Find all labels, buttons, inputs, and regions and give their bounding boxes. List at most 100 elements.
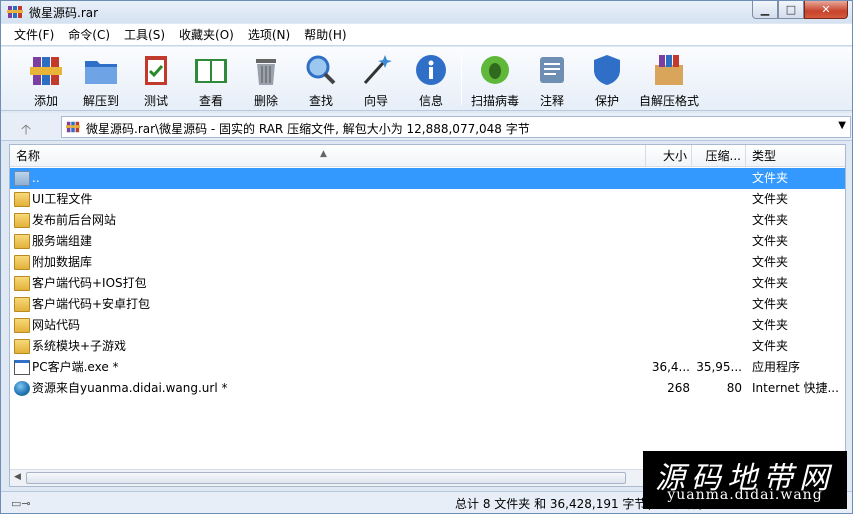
- exe-icon: [14, 360, 30, 375]
- table-row[interactable]: PC客户端.exe * 36,4... 35,95... 应用程序: [10, 357, 845, 378]
- path-box[interactable]: 微星源码.rar\微星源码 - 固实的 RAR 压缩文件, 解包大小为 12,8…: [61, 116, 851, 138]
- sfx-button[interactable]: 自解压格式: [637, 51, 701, 109]
- scroll-left-icon[interactable]: ◀: [14, 472, 21, 482]
- table-row[interactable]: 客户端代码+IOS打包 文件夹: [10, 273, 845, 294]
- folder-icon: [14, 255, 30, 270]
- close-icon: ✕: [821, 3, 831, 16]
- protect-button[interactable]: 保护: [582, 51, 632, 109]
- add-archive-icon: [30, 57, 62, 85]
- chevron-down-icon[interactable]: ▼: [838, 120, 846, 131]
- info-button[interactable]: 信息: [406, 51, 456, 109]
- file-name: 发布前后台网站: [32, 213, 117, 227]
- maximize-button[interactable]: □: [778, 1, 804, 19]
- view-book-icon: [195, 59, 227, 83]
- wizard-button[interactable]: 向导: [351, 51, 401, 109]
- scan-virus-button[interactable]: 扫描病毒: [470, 51, 520, 109]
- file-size: 36,4...: [651, 360, 690, 374]
- test-clipboard-icon: [145, 56, 167, 85]
- toolbar: 添加 解压到 测试 查看 删除 查找 向导 信息 扫描病毒 注释 保护 自解压格…: [1, 47, 852, 111]
- watermark-url: yuanma.didai.wang: [667, 487, 823, 503]
- file-type: 文件夹: [752, 171, 789, 185]
- file-name: 附加数据库: [32, 255, 93, 269]
- close-button[interactable]: ✕: [804, 1, 848, 19]
- file-list: 名称 ▲ 大小 压缩... 类型 .. 文件夹 UI工程文件 文件夹 发布前后台网站 文件夹…: [9, 144, 846, 487]
- delete-trash-icon: [256, 59, 276, 85]
- menu-help[interactable]: 帮助(H): [297, 24, 353, 46]
- table-row[interactable]: 附加数据库 文件夹: [10, 252, 845, 273]
- file-name: 系统模块+子游戏: [32, 339, 127, 353]
- comment-icon: [540, 57, 564, 83]
- menu-bar: 文件(F) 命令(C) 工具(S) 收藏夹(O) 选项(N) 帮助(H): [1, 24, 852, 46]
- view-button[interactable]: 查看: [186, 51, 236, 109]
- table-row[interactable]: 客户端代码+安卓打包 文件夹: [10, 294, 845, 315]
- table-row[interactable]: 服务端组建 文件夹: [10, 231, 845, 252]
- table-row[interactable]: UI工程文件 文件夹: [10, 189, 845, 210]
- file-size: 268: [667, 381, 690, 395]
- table-row[interactable]: 网站代码 文件夹: [10, 315, 845, 336]
- menu-tools[interactable]: 工具(S): [117, 24, 172, 46]
- up-arrow-icon[interactable]: 🡡: [21, 119, 31, 143]
- maximize-icon: □: [785, 3, 797, 16]
- scroll-thumb[interactable]: [26, 472, 626, 484]
- address-bar: 🡡 微星源码.rar\微星源码 - 固实的 RAR 压缩文件, 解包大小为 12…: [1, 113, 852, 141]
- file-type: Internet 快捷...: [752, 381, 839, 395]
- test-button[interactable]: 测试: [131, 51, 181, 109]
- folder-icon: [14, 192, 30, 207]
- file-name: 客户端代码+安卓打包: [32, 297, 151, 311]
- column-name[interactable]: 名称 ▲: [10, 145, 646, 167]
- extract-to-button[interactable]: 解压到: [76, 51, 126, 109]
- file-type: 文件夹: [752, 318, 789, 332]
- file-name: 服务端组建: [32, 234, 93, 248]
- file-type: 文件夹: [752, 297, 789, 311]
- table-row[interactable]: 系统模块+子游戏 文件夹: [10, 336, 845, 357]
- file-name: 网站代码: [32, 318, 81, 332]
- table-row[interactable]: .. 文件夹: [10, 168, 845, 189]
- folder-icon: [14, 234, 30, 249]
- drive-icon: ▭⊸: [11, 497, 31, 510]
- folder-icon: [14, 318, 30, 333]
- wizard-wand-icon: [363, 55, 392, 85]
- file-type: 文件夹: [752, 339, 789, 353]
- file-type: 应用程序: [752, 360, 801, 374]
- info-icon: [416, 55, 446, 85]
- winrar-app-icon: [7, 6, 23, 18]
- file-packed: 35,95...: [696, 360, 742, 374]
- minimize-button[interactable]: ▁: [752, 1, 778, 19]
- menu-options[interactable]: 选项(N): [241, 24, 297, 46]
- column-type[interactable]: 类型: [746, 145, 845, 167]
- column-size[interactable]: 大小: [646, 145, 692, 167]
- protect-shield-icon: [594, 55, 620, 85]
- find-magnifier-icon: [306, 55, 336, 85]
- menu-commands[interactable]: 命令(C): [61, 24, 117, 46]
- window-title: 微星源码.rar: [29, 6, 99, 20]
- scan-virus-icon: [481, 56, 509, 84]
- menu-file[interactable]: 文件(F): [7, 24, 61, 46]
- watermark: 源码地带网 yuanma.didai.wang: [643, 451, 847, 509]
- add-button[interactable]: 添加: [21, 51, 71, 109]
- archive-path: 微星源码.rar\微星源码 - 固实的 RAR 压缩文件, 解包大小为 12,8…: [86, 122, 530, 136]
- sfx-box-icon: [655, 55, 683, 85]
- file-type: 文件夹: [752, 213, 789, 227]
- table-row[interactable]: 资源来自yuanma.didai.wang.url * 268 80 Internet…: [10, 378, 845, 399]
- minimize-icon: ▁: [760, 3, 770, 16]
- folder-icon: [14, 213, 30, 228]
- file-type: 文件夹: [752, 276, 789, 290]
- extract-folder-icon: [85, 61, 117, 84]
- file-type: 文件夹: [752, 192, 789, 206]
- winrar-window: 微星源码.rar ▁ □ ✕ 文件(F) 命令(C) 工具(S) 收藏夹(O) …: [0, 0, 853, 514]
- title-bar: 微星源码.rar ▁ □ ✕: [1, 1, 852, 23]
- menu-favorites[interactable]: 收藏夹(O): [172, 24, 241, 46]
- file-name: ..: [32, 171, 40, 185]
- file-type: 文件夹: [752, 255, 789, 269]
- file-name: 客户端代码+IOS打包: [32, 276, 147, 290]
- find-button[interactable]: 查找: [296, 51, 346, 109]
- delete-button[interactable]: 删除: [241, 51, 291, 109]
- folder-icon: [14, 339, 30, 354]
- column-packed[interactable]: 压缩...: [692, 145, 746, 167]
- file-name: UI工程文件: [32, 192, 93, 206]
- file-type: 文件夹: [752, 234, 789, 248]
- comment-button[interactable]: 注释: [527, 51, 577, 109]
- list-header: 名称 ▲ 大小 压缩... 类型: [10, 145, 845, 167]
- table-row[interactable]: 发布前后台网站 文件夹: [10, 210, 845, 231]
- file-name: 资源来自yuanma.didai.wang.url *: [32, 381, 228, 395]
